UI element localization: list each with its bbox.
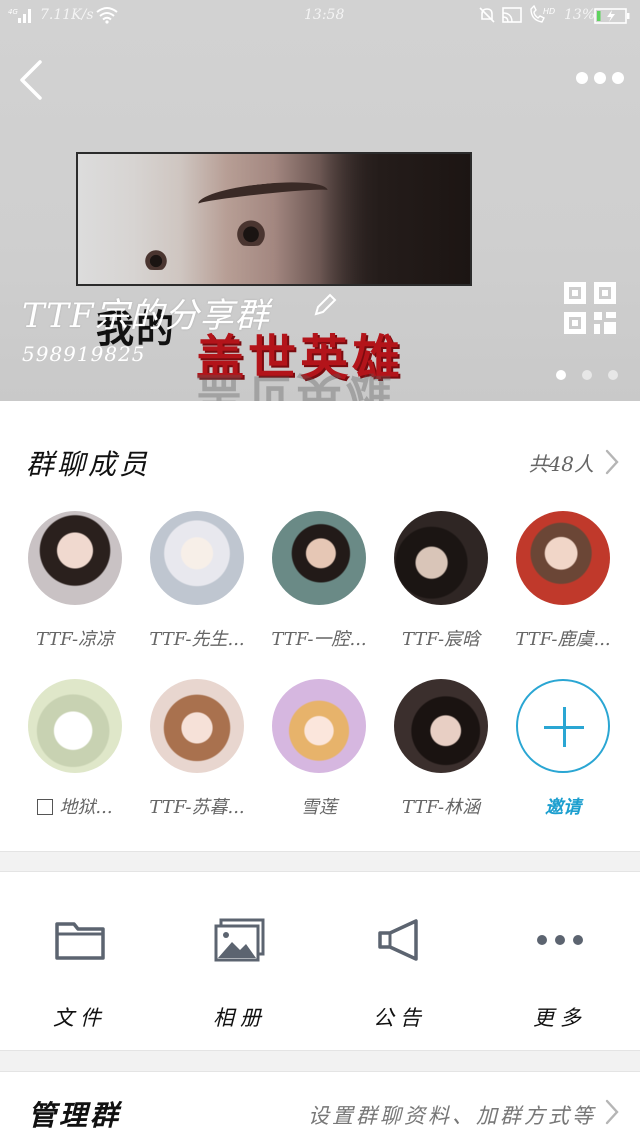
mute-icon — [479, 7, 495, 23]
checkbox-icon — [37, 799, 54, 815]
clock: 13:58 — [304, 7, 345, 23]
member-item[interactable]: TTF-一腔... — [258, 511, 380, 661]
members-title: 群聊成员 — [26, 448, 151, 481]
album-icon — [214, 918, 265, 962]
add-icon-bar — [563, 707, 566, 747]
section-divider — [0, 1050, 640, 1072]
svg-text:4G: 4G — [8, 8, 18, 16]
battery-icon — [594, 8, 630, 24]
manage-group-desc: 设置群聊资料、加群方式等 — [308, 1104, 596, 1128]
member-name: 地狱... — [14, 793, 136, 819]
network-speed: 7.11K/s — [40, 7, 94, 23]
avatar — [150, 679, 244, 773]
files-button[interactable]: 文件 — [0, 872, 160, 1050]
photo-eye-right — [138, 250, 174, 270]
manage-group-row[interactable]: 管理群 设置群聊资料、加群方式等 — [0, 1072, 640, 1138]
member-name: TTF-宸晗 — [401, 629, 481, 650]
banner-image-reflection: 盖世英雄 — [196, 367, 396, 401]
edit-icon[interactable] — [310, 290, 340, 320]
banner-photo — [76, 152, 472, 286]
member-name: TTF-一腔... — [271, 629, 367, 650]
member-item[interactable]: TTF-苏暮... — [136, 679, 258, 829]
megaphone-icon — [378, 919, 418, 961]
avatar — [516, 511, 610, 605]
member-item[interactable]: 雪莲 — [258, 679, 380, 829]
member-item[interactable]: TTF-先生... — [136, 511, 258, 661]
wifi-icon — [96, 7, 118, 24]
member-name: 雪莲 — [301, 797, 337, 818]
member-name: TTF-先生... — [149, 629, 245, 650]
more-dots-icon — [537, 935, 583, 945]
add-icon — [516, 679, 610, 773]
member-count: 共48人 — [528, 451, 594, 476]
member-name: TTF-鹿虞... — [515, 629, 611, 650]
member-name: TTF-苏暮... — [149, 797, 245, 818]
status-bar: 4G 7.11K/s 13:58 HD 13% — [0, 0, 640, 34]
svg-text:HD: HD — [543, 7, 555, 16]
avatar — [394, 511, 488, 605]
qr-code-icon[interactable] — [562, 280, 618, 336]
folder-icon — [55, 922, 105, 960]
avatar — [272, 511, 366, 605]
member-count-link[interactable]: 共48人 — [529, 447, 620, 477]
announcement-label: 公告 — [373, 1006, 427, 1030]
member-name: TTF-凉凉 — [35, 629, 115, 650]
member-item[interactable]: TTF-凉凉 — [14, 511, 136, 661]
banner-pager — [554, 368, 620, 382]
group-name[interactable]: TTF宗的分享群 — [22, 288, 270, 337]
manage-group-title: 管理群 — [28, 1099, 122, 1132]
avatar — [394, 679, 488, 773]
group-banner: 我的 盖世英雄 盖世英雄 TTF宗的分享群 598919825 — [0, 0, 640, 401]
chevron-right-icon — [605, 449, 619, 475]
members-section: 群聊成员 共48人 TTF-凉凉 TTF-先生... TTF-一腔... TTF… — [0, 401, 640, 851]
group-id: 598919825 — [22, 342, 146, 366]
pager-dot-active — [556, 370, 566, 380]
pager-dot — [582, 370, 592, 380]
more-label: 更多 — [533, 1006, 587, 1030]
files-label: 文件 — [53, 1006, 107, 1030]
avatar — [150, 511, 244, 605]
member-item[interactable]: TTF-林涵 — [380, 679, 502, 829]
invite-label: 邀请 — [545, 797, 581, 818]
battery-percent: 13% — [564, 7, 596, 23]
cast-icon — [502, 7, 522, 23]
signal-icon: 4G — [8, 8, 31, 23]
member-item[interactable]: TTF-宸晗 — [380, 511, 502, 661]
more-dots-icon[interactable] — [574, 64, 626, 92]
album-button[interactable]: 相册 — [160, 872, 320, 1050]
photo-eyebrow — [196, 177, 330, 217]
hd-call-icon: HD — [530, 5, 555, 23]
back-arrow-icon[interactable] — [14, 56, 54, 104]
pager-dot — [608, 370, 618, 380]
avatar — [272, 679, 366, 773]
photo-eye-left — [228, 220, 274, 246]
photo-hair — [320, 154, 470, 284]
group-tools: 文件 相册 公告 更多 — [0, 872, 640, 1050]
avatar — [28, 679, 122, 773]
album-label: 相册 — [213, 1006, 267, 1030]
member-name: TTF-林涵 — [401, 797, 481, 818]
invite-member-button[interactable]: 邀请 — [502, 679, 624, 829]
section-divider — [0, 851, 640, 872]
member-item[interactable]: TTF-鹿虞... — [502, 511, 624, 661]
more-tools-button[interactable]: 更多 — [480, 872, 640, 1050]
announcement-button[interactable]: 公告 — [320, 872, 480, 1050]
member-item[interactable]: 地狱... — [14, 679, 136, 829]
avatar — [28, 511, 122, 605]
chevron-right-icon — [605, 1099, 619, 1125]
